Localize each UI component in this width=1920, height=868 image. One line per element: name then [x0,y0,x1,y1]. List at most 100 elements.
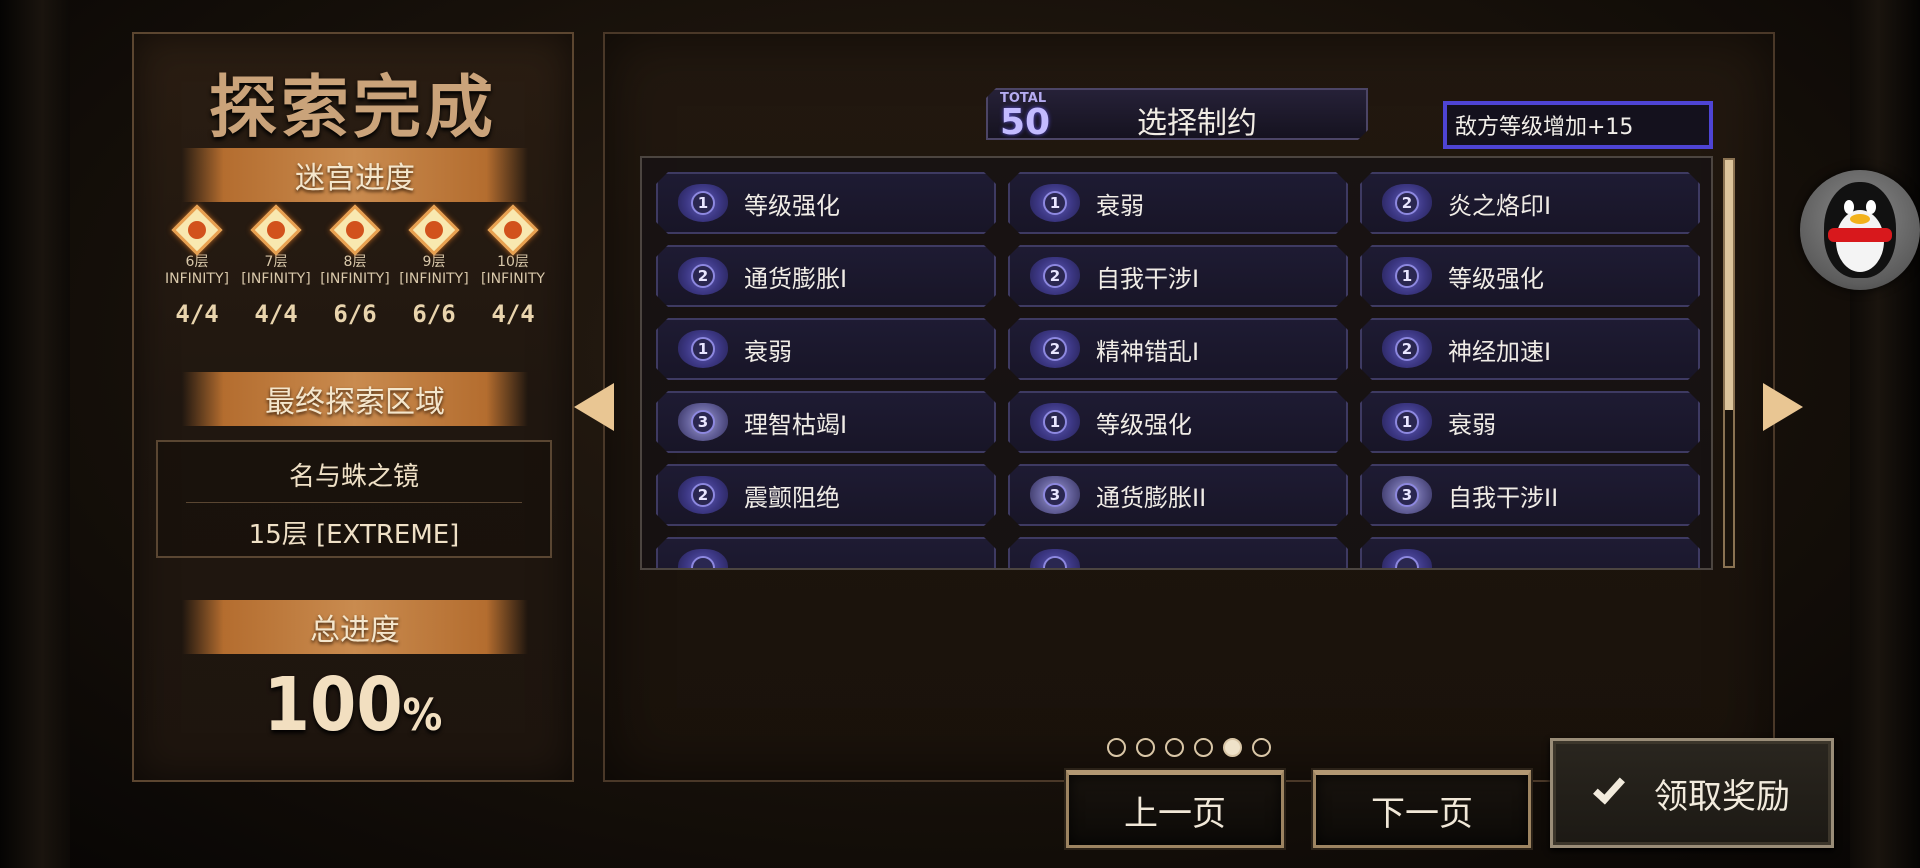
tier-icon: 2 [1382,326,1432,372]
page-dot[interactable] [1107,738,1126,757]
restriction-card[interactable]: 1 衰弱 [656,318,996,380]
total-badge: TOTAL 50 [1000,92,1044,140]
floor-name: 9层 [422,254,446,270]
restriction-card[interactable] [1360,537,1700,570]
tier-icon: 1 [1030,180,1080,226]
restriction-card[interactable]: 2 自我干涉I [1008,245,1348,307]
floor-mode: INFINITY] [165,271,229,287]
tier-number: 2 [1043,264,1067,288]
tier-number: 2 [1043,337,1067,361]
tier-number: 3 [691,410,715,434]
scrollbar-thumb[interactable] [1725,160,1733,410]
floor-item: 9层 [INFINITY] 6/6 [395,204,473,328]
frame-left-edge [0,0,70,868]
restriction-card[interactable]: 3 理智枯竭I [656,391,996,453]
restriction-row: 1 衰弱 2 精神错乱I 2 神经加速I [656,318,1702,380]
restriction-card[interactable]: 1 等级强化 [656,172,996,234]
floor-item: 8层 [INFINITY] 6/6 [316,204,394,328]
page-dot[interactable] [1252,738,1271,757]
page-dot[interactable] [1165,738,1184,757]
game-screen: 探索完成 迷宫进度 6层 INFINITY] 4/4 7层 [INFINITY]… [0,0,1920,868]
restriction-card[interactable]: 3 通货膨胀II [1008,464,1348,526]
restriction-card[interactable] [656,537,996,570]
enemy-level-info: 敌方等级增加+15 [1443,101,1713,149]
restriction-card[interactable]: 2 神经加速I [1360,318,1700,380]
floor-gem-icon [171,204,223,256]
next-arrow-icon[interactable] [1763,383,1803,431]
floor-gem-icon [408,204,460,256]
final-area-banner: 最终探索区域 [182,372,528,426]
floor-score: 4/4 [175,300,219,328]
floor-gem-icon [329,204,381,256]
prev-page-button[interactable]: 上一页 [1066,770,1284,848]
restriction-card[interactable]: 2 震颤阻绝 [656,464,996,526]
restriction-label: 自我干涉II [1448,483,1559,512]
tier-icon: 2 [1382,180,1432,226]
total-progress-value: 100% [134,662,572,748]
total-progress-unit: % [402,690,443,741]
restriction-card[interactable]: 2 精神错乱I [1008,318,1348,380]
floor-name: 10层 [497,254,529,270]
maze-progress-banner: 迷宫进度 [182,148,528,202]
tier-icon: 3 [1030,472,1080,518]
tier-icon: 2 [1030,253,1080,299]
restriction-card[interactable]: 2 通货膨胀I [656,245,996,307]
floor-item: 6层 INFINITY] 4/4 [158,204,236,328]
floor-name: 7层 [264,254,288,270]
restriction-card[interactable]: 1 等级强化 [1008,391,1348,453]
restriction-row: 3 理智枯竭I 1 等级强化 1 衰弱 [656,391,1702,453]
tier-icon [1382,545,1432,570]
select-title: 选择制约 [1137,106,1257,141]
page-dot-active[interactable] [1223,738,1242,757]
restriction-card[interactable]: 1 衰弱 [1008,172,1348,234]
restriction-label: 等级强化 [744,191,840,220]
next-page-button[interactable]: 下一页 [1313,770,1531,848]
restriction-label: 通货膨胀I [744,264,848,293]
prev-arrow-icon[interactable] [574,383,614,431]
restriction-row: 2 震颤阻绝 3 通货膨胀II 3 自我干涉II [656,464,1702,526]
claim-reward-button[interactable]: 领取奖励 [1550,738,1834,848]
tier-number: 3 [1043,483,1067,507]
restriction-row: 1 等级强化 1 衰弱 2 炎之烙印I [656,172,1702,234]
restriction-label: 震颤阻绝 [744,483,840,512]
page-dot[interactable] [1136,738,1155,757]
restriction-row [656,537,1702,570]
floor-score: 6/6 [412,300,456,328]
floor-list: 6层 INFINITY] 4/4 7层 [INFINITY] 4/4 8层 [I… [158,204,552,328]
total-progress-banner: 总进度 [182,600,528,654]
floor-name: 8层 [343,254,367,270]
floor-mode: [INFINITY [481,271,545,287]
tier-icon: 2 [678,253,728,299]
floor-gem-icon [487,204,539,256]
restriction-card[interactable]: 2 炎之烙印I [1360,172,1700,234]
floor-item: 10层 [INFINITY 4/4 [474,204,552,328]
restriction-grid: 1 等级强化 1 衰弱 2 炎之烙印I 2 通货膨胀I 2 自我干涉I 1 等级… [640,156,1713,570]
tier-icon [678,545,728,570]
claim-reward-label: 领取奖励 [1654,776,1790,817]
restriction-card[interactable]: 3 自我干涉II [1360,464,1700,526]
penguin-avatar-icon[interactable] [1800,170,1920,290]
restriction-label: 等级强化 [1448,264,1544,293]
tier-icon: 1 [678,180,728,226]
restriction-label: 衰弱 [1448,410,1496,439]
restriction-card[interactable] [1008,537,1348,570]
page-dot[interactable] [1194,738,1213,757]
tier-icon [1030,545,1080,570]
tier-number: 2 [1395,191,1419,215]
tier-icon: 2 [678,472,728,518]
restriction-card[interactable]: 1 衰弱 [1360,391,1700,453]
floor-item: 7层 [INFINITY] 4/4 [237,204,315,328]
restriction-card[interactable]: 1 等级强化 [1360,245,1700,307]
tier-icon: 1 [1382,253,1432,299]
tier-number: 1 [691,337,715,361]
tier-icon: 3 [678,399,728,445]
floor-score: 6/6 [333,300,377,328]
final-area-box: 名与蛛之镜 15层 [EXTREME] [156,440,552,558]
restriction-row: 2 通货膨胀I 2 自我干涉I 1 等级强化 [656,245,1702,307]
page-indicator [1107,738,1271,757]
restriction-label: 精神错乱I [1096,337,1200,366]
check-icon [1593,771,1625,805]
restriction-label: 衰弱 [744,337,792,366]
floor-gem-icon [250,204,302,256]
tier-icon: 3 [1382,472,1432,518]
